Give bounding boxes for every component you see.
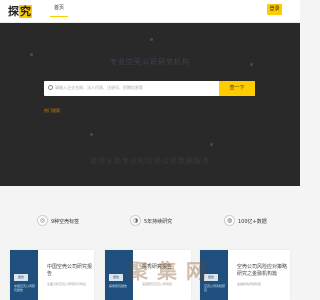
search-button[interactable]: 查一下 [219,81,255,96]
site-logo[interactable]: 探究 [8,3,32,19]
search-icon [48,85,53,90]
history-icon: ◑ [130,215,141,226]
stat-label: 100亿+数据 [238,219,267,225]
decorative-dot [30,53,33,56]
stat-label: 9种空壳标签 [51,219,80,225]
search-placeholder: 请输入企业名称、法人代表、注册号、招聘信息等 [55,85,143,90]
cover-label: 报告 [109,274,123,281]
report-card[interactable]: 报告 空壳公司风险研究 空壳公司风险应对策略研究之金融机构篇 金融机构风险防控 [200,250,290,300]
decorative-dot [150,38,153,41]
cover-label: 报告 [14,274,28,281]
hero-subtitle: 提供全面专业的空壳公司数据服务 [90,157,210,165]
nav-home-link[interactable]: 首页 [49,4,69,17]
logo-text: 探 [8,5,19,18]
stat-label: 5年持续研究 [144,219,173,225]
report-title: 空壳公司风险应对策略研究之金融机构篇 [237,264,288,277]
cover-caption: 探秀研究报告 [109,284,128,288]
watermark-text: 聚 集 网 [128,259,207,283]
data-icon: ◍ [224,215,235,226]
search-input[interactable]: 请输入企业名称、法人代表、注册号、招聘信息等 [44,81,219,96]
report-title: 中国空壳公司研究报告 [47,264,93,277]
tag-icon: ◎ [37,215,48,226]
decorative-dot [210,143,213,146]
report-cover: 报告 中国空壳公司研究报告 [10,250,38,300]
hot-search-label: 热门搜索： [44,108,64,113]
cover-caption: 空壳公司风险研究 [204,284,226,292]
report-card[interactable]: 报告 中国空壳公司研究报告 中国空壳公司研究报告 全面分析空壳公司现状与特征 [10,250,94,300]
decorative-dot [90,133,93,136]
stats-row: ◎ 9种空壳标签 ◑ 5年持续研究 ◍ 100亿+数据 [0,186,300,256]
top-navigation-bar: 探究 首页 登录 [0,0,300,23]
hero-title: 专业空壳公司研究机构 [110,58,190,66]
hero-banner: 专业空壳公司研究机构 请输入企业名称、法人代表、注册号、招聘信息等 查一下 热门… [0,23,300,186]
cover-caption: 中国空壳公司研究报告 [14,284,36,292]
report-summary: 全面分析空壳公司现状与特征 [47,282,87,286]
report-summary: 金融机构风险防控 [237,282,262,286]
login-button[interactable]: 登录 [267,4,282,15]
logo-highlight: 究 [19,5,32,18]
